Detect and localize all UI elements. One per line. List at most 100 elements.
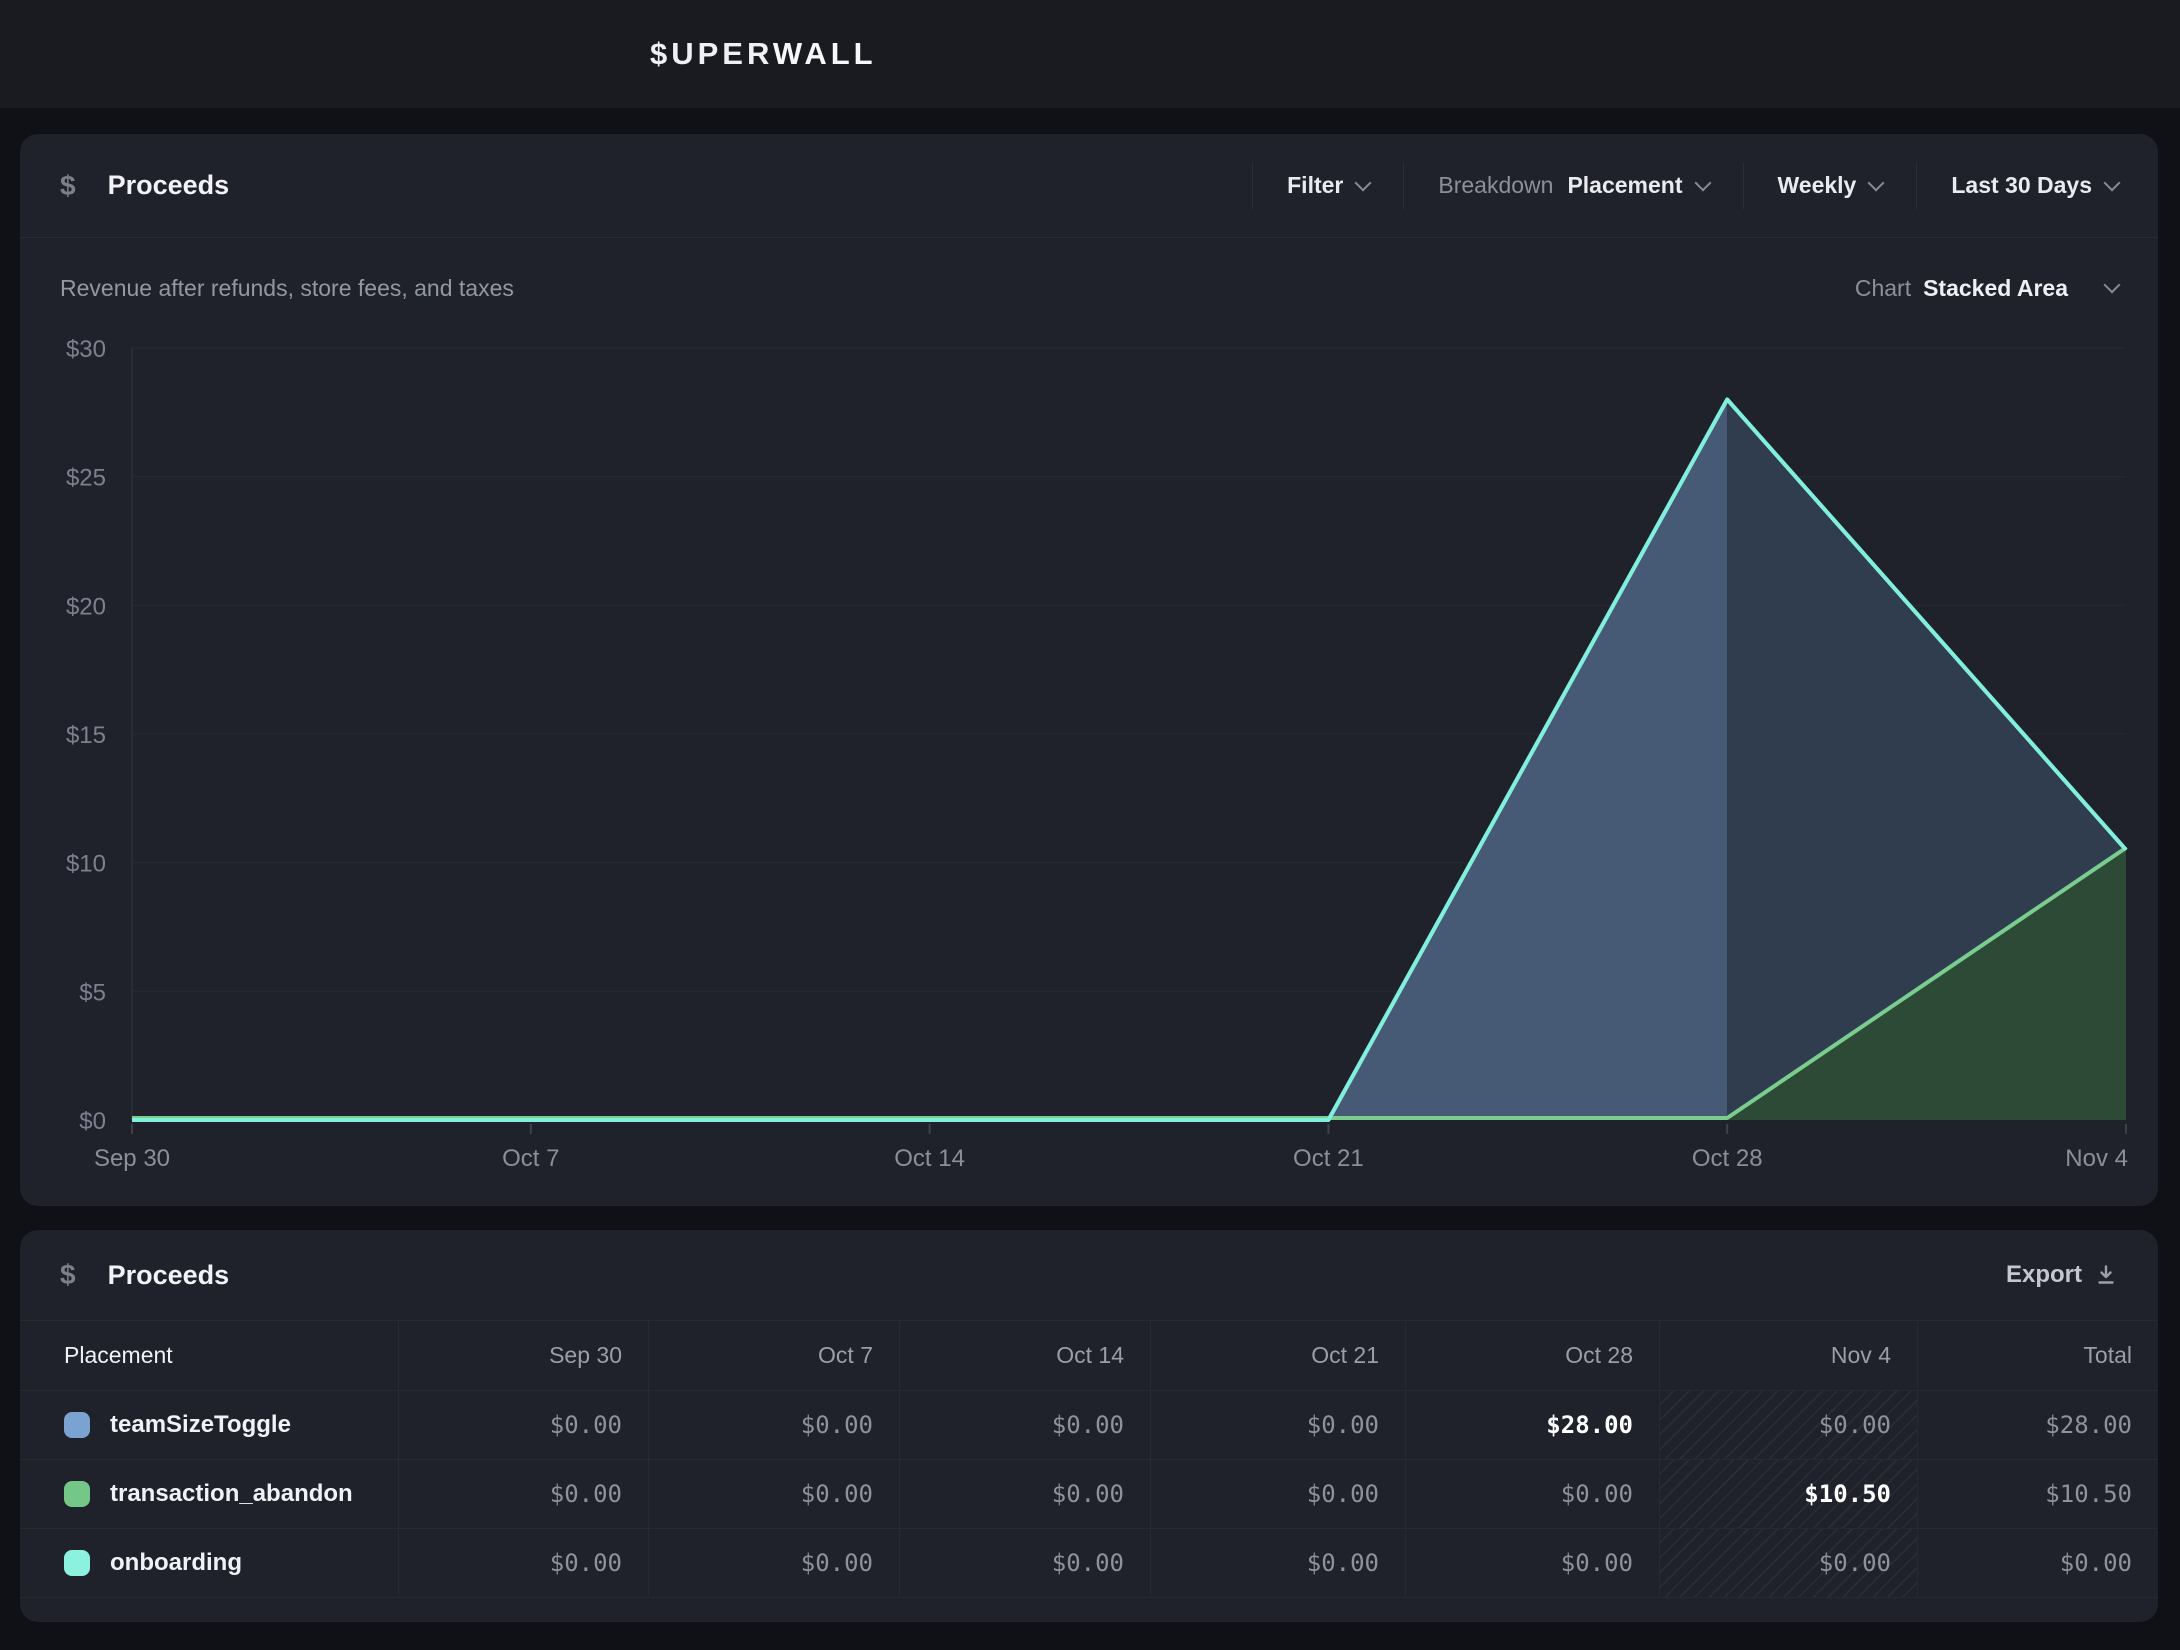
- chevron-down-icon: [1694, 174, 1711, 191]
- date-range-control[interactable]: Last 30 Days: [1951, 172, 2118, 199]
- filter-control[interactable]: Filter: [1287, 172, 1369, 199]
- breakdown-value: Placement: [1567, 172, 1682, 199]
- table-card-title: Proceeds: [108, 1260, 230, 1291]
- filter-label: Filter: [1287, 172, 1343, 199]
- y-axis-label: $30: [66, 338, 106, 363]
- column-header: Sep 30: [398, 1320, 648, 1390]
- column-header: Placement: [20, 1320, 398, 1390]
- revenue-subtitle: Revenue after refunds, store fees, and t…: [60, 275, 514, 302]
- divider: [1743, 163, 1744, 209]
- value-text: $0.00: [1561, 1480, 1633, 1508]
- value-text: $0.00: [1307, 1549, 1379, 1577]
- chart-type-select[interactable]: Chart Stacked Area: [1855, 275, 2118, 302]
- value-text: $0.00: [1561, 1549, 1633, 1577]
- column-header: Oct 7: [648, 1320, 899, 1390]
- row-name-cell: transaction_abandon: [20, 1459, 398, 1528]
- y-axis-label: $25: [66, 465, 106, 492]
- value-cell: $0.00: [648, 1528, 899, 1597]
- row-swatch: [64, 1550, 90, 1576]
- interval-control[interactable]: Weekly: [1778, 172, 1883, 199]
- chart-type-value: Stacked Area: [1923, 275, 2094, 302]
- chart-type-label: Chart: [1855, 275, 1911, 302]
- chart-controls: Filter Breakdown Placement Weekly Last 3…: [1218, 163, 2118, 209]
- column-header: Oct 28: [1405, 1320, 1659, 1390]
- column-header: Oct 21: [1150, 1320, 1405, 1390]
- value-text: $0.00: [550, 1411, 622, 1439]
- chart-card-header: $ Proceeds Filter Breakdown Placement We…: [20, 134, 2158, 238]
- row-name-cell: teamSizeToggle: [20, 1390, 398, 1459]
- y-axis-label: $20: [66, 593, 106, 620]
- row-swatch: [64, 1481, 90, 1507]
- value-cell: $0.00: [1659, 1390, 1917, 1459]
- chevron-down-icon: [1355, 174, 1372, 191]
- x-axis-label: Oct 7: [502, 1145, 559, 1172]
- download-icon: [2094, 1263, 2118, 1287]
- date-range-value: Last 30 Days: [1951, 172, 2092, 199]
- chevron-down-icon: [2104, 174, 2121, 191]
- value-text: $0.00: [1052, 1411, 1124, 1439]
- table-card-title-wrap: $ Proceeds: [60, 1259, 229, 1291]
- value-cell: $0.00: [1405, 1528, 1659, 1597]
- proceeds-table: PlacementSep 30Oct 7Oct 14Oct 21Oct 28No…: [20, 1320, 2158, 1598]
- x-axis-label: Sep 30: [94, 1145, 170, 1172]
- interval-value: Weekly: [1778, 172, 1857, 199]
- breakdown-control[interactable]: Breakdown Placement: [1438, 172, 1708, 199]
- value-cell: $0.00: [1150, 1459, 1405, 1528]
- value-text: $0.00: [801, 1549, 873, 1577]
- value-text: $10.50: [2045, 1480, 2132, 1508]
- y-axis-label: $5: [79, 979, 106, 1006]
- value-text: $0.00: [801, 1480, 873, 1508]
- value-text: $0.00: [1052, 1480, 1124, 1508]
- y-axis-label: $0: [79, 1108, 106, 1135]
- superwall-logo: $UPERWALL: [650, 36, 877, 72]
- value-text: $0.00: [801, 1411, 873, 1439]
- y-axis-label: $10: [66, 851, 106, 878]
- value-cell: $0.00: [398, 1459, 648, 1528]
- value-cell: $0.00: [398, 1528, 648, 1597]
- value-cell: $28.00: [1405, 1390, 1659, 1459]
- x-axis-label: Nov 4: [2065, 1145, 2128, 1172]
- value-cell: $0.00: [648, 1390, 899, 1459]
- value-text: $0.00: [2060, 1549, 2132, 1577]
- export-label: Export: [2006, 1261, 2082, 1289]
- value-text: $0.00: [1307, 1480, 1379, 1508]
- divider: [1252, 163, 1253, 209]
- value-cell: $0.00: [1150, 1528, 1405, 1597]
- proceeds-table-card: $ Proceeds Export PlacementSep 30Oct 7Oc…: [20, 1230, 2158, 1622]
- export-button[interactable]: Export: [2006, 1261, 2118, 1289]
- logo-white-part: WALL: [773, 36, 877, 71]
- chart-card-title-wrap: $ Proceeds: [60, 170, 229, 202]
- value-text: $28.00: [1546, 1411, 1633, 1439]
- proceeds-chart[interactable]: $0$5$10$15$20$25$30Sep 30Oct 7Oct 14Oct …: [20, 338, 2158, 1206]
- chevron-down-icon: [2104, 277, 2121, 294]
- value-text: $0.00: [1819, 1411, 1891, 1439]
- value-cell: $0.00: [1405, 1459, 1659, 1528]
- column-header: Total: [1917, 1320, 2158, 1390]
- value-text: $28.00: [2045, 1411, 2132, 1439]
- breakdown-label: Breakdown: [1438, 172, 1553, 199]
- value-text: $10.50: [1804, 1480, 1891, 1508]
- dollar-icon: $: [60, 170, 76, 202]
- row-swatch: [64, 1412, 90, 1438]
- value-cell: $0.00: [899, 1459, 1150, 1528]
- value-text: $0.00: [1307, 1411, 1379, 1439]
- row-name-cell: onboarding: [20, 1528, 398, 1597]
- value-cell: $0.00: [899, 1390, 1150, 1459]
- value-text: $0.00: [550, 1549, 622, 1577]
- area-teamSizeToggle: [132, 399, 1727, 1120]
- value-cell: $0.00: [1917, 1528, 2158, 1597]
- dollar-icon: $: [60, 1259, 76, 1291]
- top-band: $UPERWALL: [0, 0, 2180, 108]
- proceeds-chart-card: $ Proceeds Filter Breakdown Placement We…: [20, 134, 2158, 1206]
- row-name: onboarding: [110, 1549, 242, 1577]
- x-axis-label: Oct 28: [1692, 1145, 1763, 1172]
- table-card-header: $ Proceeds Export: [20, 1230, 2158, 1320]
- value-cell: $0.00: [1150, 1390, 1405, 1459]
- value-cell: $28.00: [1917, 1390, 2158, 1459]
- x-axis-label: Oct 14: [894, 1145, 965, 1172]
- value-text: $0.00: [1052, 1549, 1124, 1577]
- value-cell: $10.50: [1917, 1459, 2158, 1528]
- value-cell: $0.00: [899, 1528, 1150, 1597]
- proceeds-chart-area[interactable]: $0$5$10$15$20$25$30Sep 30Oct 7Oct 14Oct …: [20, 338, 2158, 1206]
- column-header: Nov 4: [1659, 1320, 1917, 1390]
